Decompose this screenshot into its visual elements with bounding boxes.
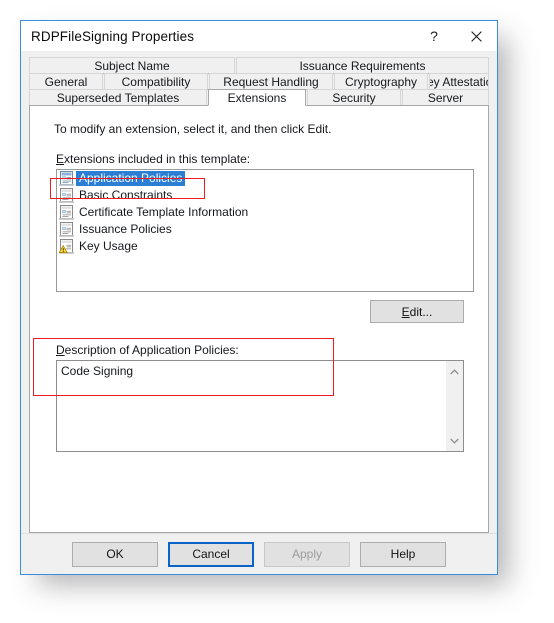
cancel-button[interactable]: Cancel (168, 541, 254, 567)
properties-dialog: RDPFileSigning Properties ? Subject Name… (20, 20, 498, 575)
tab-general[interactable]: General (29, 73, 103, 90)
help-button[interactable]: ? (413, 22, 455, 51)
accel-letter: E (56, 152, 65, 166)
description-scrollbar[interactable] (445, 361, 463, 451)
tab-label: Request Handling (223, 74, 319, 89)
scroll-up-button[interactable] (446, 363, 463, 380)
tab-label: Security (332, 90, 376, 105)
certificate-extension-icon (59, 222, 74, 237)
extensions-list-label: Extensions included in this template: (56, 152, 474, 166)
edit-button-row: Edit... (44, 300, 464, 323)
title-bar[interactable]: RDPFileSigning Properties ? (21, 21, 497, 51)
certificate-extension-icon (59, 171, 74, 186)
close-icon (470, 30, 482, 42)
tab-row-2: General Compatibility Request Handling C… (29, 73, 489, 90)
certificate-extension-icon (59, 205, 74, 220)
tab-request-handling[interactable]: Request Handling (209, 73, 333, 90)
chevron-down-icon (450, 438, 459, 444)
list-item-label: Issuance Policies (79, 222, 172, 236)
tab-label: Superseded Templates (56, 90, 180, 105)
tab-label: General (44, 74, 88, 89)
edit-button[interactable]: Edit... (370, 300, 464, 323)
tab-label: Compatibility (121, 74, 191, 89)
close-button[interactable] (455, 22, 497, 51)
tab-strip: Subject Name Issuance Requirements Gener… (29, 57, 489, 106)
dialog-footer: OK Cancel Apply Help (21, 533, 497, 574)
tab-extensions[interactable]: Extensions (208, 89, 306, 106)
list-item[interactable]: Application Policies (57, 170, 473, 187)
window-title: RDPFileSigning Properties (31, 28, 195, 44)
apply-button: Apply (264, 541, 350, 567)
button-label-rest: dit... (409, 304, 433, 319)
tab-label: Subject Name (94, 58, 170, 73)
list-item[interactable]: Key Usage (57, 238, 473, 255)
chevron-up-icon (450, 368, 459, 374)
tab-issuance-requirements[interactable]: Issuance Requirements (236, 57, 489, 74)
list-item[interactable]: Basic Constraints (57, 187, 473, 204)
tab-cryptography[interactable]: Cryptography (334, 73, 428, 90)
dialog-client-area: Subject Name Issuance Requirements Gener… (21, 51, 497, 533)
extensions-tab-page: To modify an extension, select it, and t… (29, 105, 489, 533)
question-mark-icon: ? (430, 28, 438, 44)
tab-row-3: Superseded Templates Extensions Security… (29, 89, 489, 106)
list-item-label: Application Policies (76, 171, 186, 186)
tab-label: Issuance Requirements (299, 58, 426, 73)
scroll-down-button[interactable] (446, 432, 463, 449)
tab-superseded-templates[interactable]: Superseded Templates (29, 89, 207, 106)
tab-subject-name[interactable]: Subject Name (29, 57, 235, 74)
tab-label: Server (427, 90, 464, 105)
accel-letter: E (401, 304, 410, 319)
list-item-label: Certificate Template Information (79, 205, 249, 219)
tab-security[interactable]: Security (307, 89, 401, 106)
extensions-listbox[interactable]: Application Policies Basic Constraints C… (56, 169, 474, 292)
description-label: Description of Application Policies: (56, 343, 474, 357)
tab-row-1: Subject Name Issuance Requirements (29, 57, 489, 74)
tab-label: Cryptography (344, 74, 418, 89)
instruction-text: To modify an extension, select it, and t… (54, 122, 332, 136)
list-item[interactable]: Issuance Policies (57, 221, 473, 238)
tab-server[interactable]: Server (402, 89, 489, 106)
list-item-label: Basic Constraints (79, 188, 173, 202)
accel-letter: D (56, 343, 65, 357)
help-button-footer[interactable]: Help (360, 541, 446, 567)
list-item-label: Key Usage (79, 239, 138, 253)
description-value: Code Signing (61, 364, 134, 378)
certificate-extension-warning-icon (59, 239, 74, 254)
label-rest: xtensions included in this template: (64, 152, 251, 166)
tab-key-attestation[interactable]: Key Attestation (429, 73, 489, 90)
tab-label: Extensions (227, 90, 287, 105)
label-rest: escription of Application Policies: (64, 343, 239, 357)
certificate-extension-icon (59, 188, 74, 203)
tab-compatibility[interactable]: Compatibility (104, 73, 208, 90)
list-item[interactable]: Certificate Template Information (57, 204, 473, 221)
tab-label: Key Attestation (430, 74, 488, 89)
description-textbox[interactable]: Code Signing (56, 360, 464, 452)
ok-button[interactable]: OK (72, 541, 158, 567)
